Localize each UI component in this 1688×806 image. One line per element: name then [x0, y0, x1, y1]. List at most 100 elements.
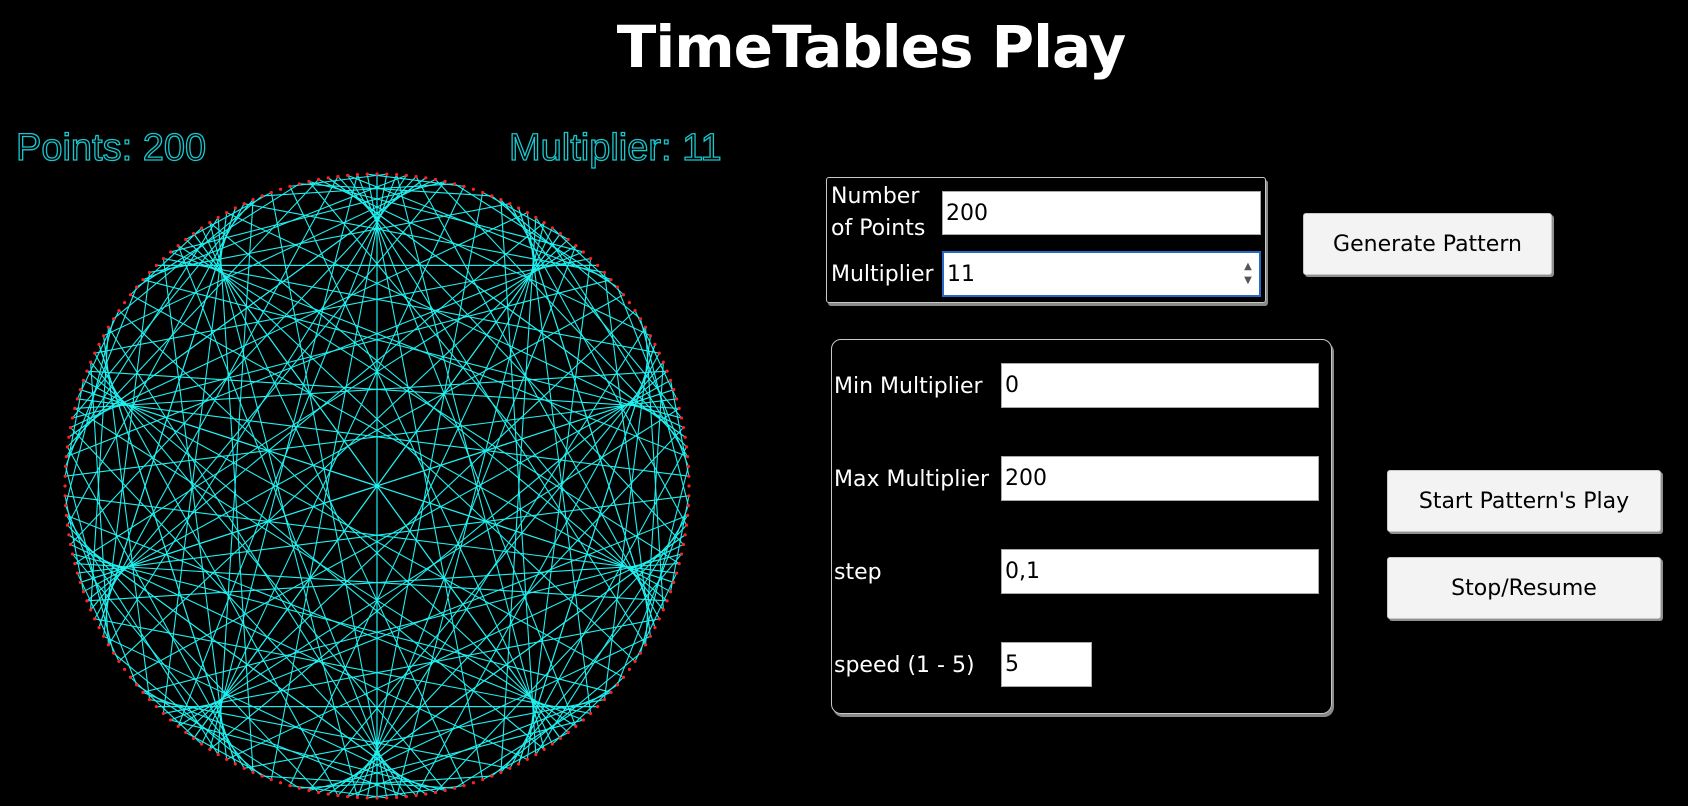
circle-point — [394, 795, 399, 799]
circle-point — [64, 513, 68, 517]
stop-resume-button[interactable]: Stop/Resume — [1387, 557, 1661, 619]
circle-point — [169, 250, 173, 254]
start-pattern-play-button[interactable]: Start Pattern's Play — [1387, 470, 1661, 532]
chord-line — [98, 344, 236, 765]
circle-point — [385, 796, 389, 800]
circle-point — [683, 533, 687, 537]
circle-point — [75, 571, 79, 575]
circle-point — [627, 667, 632, 671]
circle-point — [404, 173, 408, 177]
circle-point — [542, 747, 546, 752]
circle-point — [73, 561, 77, 566]
circle-point — [269, 777, 273, 782]
circle-point — [550, 226, 554, 230]
chord-line — [500, 199, 682, 419]
canvas-points-label: Points: 200 — [15, 126, 207, 169]
circle-point — [233, 762, 237, 766]
max-multiplier-input[interactable] — [1001, 456, 1319, 501]
circle-point — [581, 718, 585, 722]
number-of-points-input[interactable] — [942, 191, 1261, 235]
circle-point — [574, 244, 578, 248]
step-input[interactable] — [1001, 549, 1319, 594]
circle-point — [192, 231, 196, 236]
circle-point — [657, 351, 661, 355]
circle-point — [627, 301, 632, 305]
chord-line — [603, 335, 651, 700]
circle-point — [117, 659, 121, 663]
circle-point — [679, 416, 684, 420]
circle-point — [147, 697, 152, 702]
chord-line — [308, 180, 584, 253]
circle-point — [558, 736, 562, 741]
circle-point — [278, 187, 283, 191]
circle-point — [346, 173, 350, 177]
circle-point — [433, 177, 438, 182]
min-multiplier-input[interactable] — [1001, 363, 1319, 408]
circle-point — [534, 215, 538, 220]
circle-point — [643, 325, 648, 329]
circle-point — [365, 796, 369, 800]
generate-pattern-button[interactable]: Generate Pattern — [1303, 213, 1552, 275]
circle-point — [326, 176, 330, 180]
circle-point — [677, 406, 681, 411]
circle-point — [679, 552, 684, 556]
circle-point — [89, 360, 93, 364]
circle-point — [525, 210, 529, 215]
circle-point — [424, 176, 428, 180]
circle-point — [117, 309, 121, 313]
circle-point — [602, 270, 607, 275]
speed-input[interactable] — [1001, 642, 1092, 687]
circle-point — [176, 724, 180, 729]
circle-point — [471, 781, 476, 785]
circle-point — [78, 580, 82, 585]
chord-line — [337, 176, 684, 545]
chord-line — [177, 407, 680, 727]
chord-line — [177, 245, 680, 565]
canvas-multiplier-label: Multiplier: 11 — [508, 126, 722, 169]
circle-point — [550, 742, 554, 746]
multiplier-spinner[interactable]: ▲ ▼ — [1239, 257, 1257, 291]
circle-point — [64, 455, 68, 459]
circle-point — [269, 190, 273, 195]
circle-point — [615, 285, 620, 289]
chord-line — [535, 217, 689, 457]
circle-point — [581, 250, 585, 254]
circle-point — [375, 172, 379, 176]
chord-line — [65, 217, 219, 457]
chord-line — [65, 466, 115, 654]
circle-point — [278, 781, 283, 785]
circle-point — [216, 752, 220, 757]
chord-line — [86, 370, 545, 750]
multiplier-field-label: Multiplier — [831, 262, 934, 287]
chord-line — [500, 553, 682, 773]
spin-up-icon[interactable]: ▲ — [1244, 262, 1252, 272]
max-multiplier-label: Max Multiplier — [834, 467, 990, 492]
circle-point — [297, 786, 302, 790]
chord-line — [72, 553, 254, 773]
circle-point — [684, 523, 689, 527]
circle-point — [161, 711, 166, 716]
circle-point — [665, 599, 669, 603]
circle-point — [260, 194, 264, 198]
circle-point — [184, 730, 188, 735]
multiplier-input[interactable] — [942, 251, 1261, 297]
circle-point — [443, 179, 447, 184]
chord-line — [65, 515, 219, 755]
circle-point — [517, 762, 521, 766]
circle-point — [609, 278, 613, 282]
circle-point — [242, 766, 246, 770]
circle-point — [147, 270, 152, 275]
circle-point — [443, 788, 447, 793]
circle-point — [73, 406, 77, 411]
circle-point — [683, 435, 687, 439]
circle-point — [414, 174, 418, 179]
circle-point — [346, 795, 350, 799]
circle-point — [684, 445, 689, 449]
circle-point — [67, 435, 71, 439]
chord-line — [170, 719, 446, 792]
circle-point — [499, 770, 503, 774]
circle-point — [111, 651, 116, 655]
circle-point — [141, 278, 145, 282]
spin-down-icon[interactable]: ▼ — [1244, 276, 1252, 286]
circle-point — [122, 301, 127, 305]
